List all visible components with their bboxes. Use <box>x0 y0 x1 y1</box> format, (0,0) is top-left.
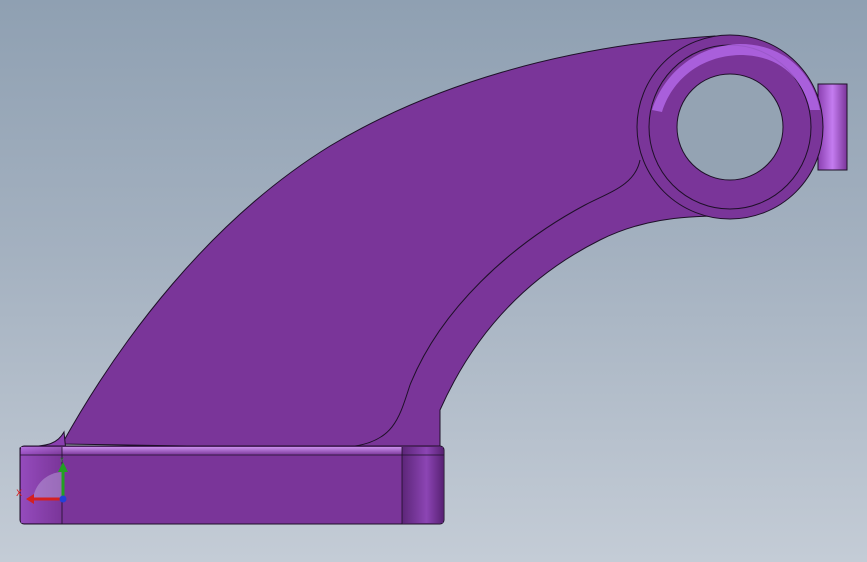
y-axis-label: Y <box>59 457 64 464</box>
cad-viewport[interactable]: X Y <box>0 0 867 562</box>
model-scene[interactable]: X Y <box>0 0 867 562</box>
arm-body[interactable] <box>61 35 723 451</box>
x-axis-label: X <box>16 489 22 499</box>
boss-hole[interactable] <box>676 73 784 181</box>
base-block[interactable] <box>19 445 445 525</box>
z-axis-dot <box>59 495 67 503</box>
hinge-boss[interactable] <box>636 34 824 220</box>
